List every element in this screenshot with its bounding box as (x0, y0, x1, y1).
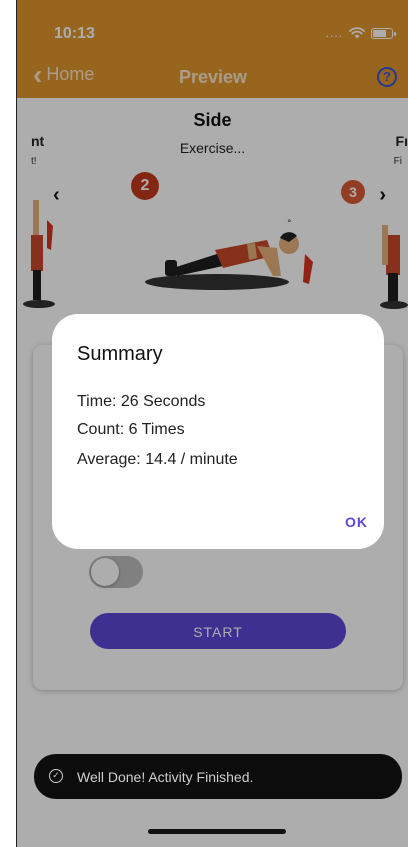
toast-message: Well Done! Activity Finished. (77, 769, 254, 785)
summary-time: Time: 26 Seconds (77, 393, 206, 410)
dialog-title: Summary (77, 343, 163, 365)
check-circle-icon: ✓ (49, 769, 63, 783)
ok-button[interactable]: OK (345, 514, 368, 530)
toast-notification: ✓ Well Done! Activity Finished. (34, 754, 402, 799)
summary-average: Average: 14.4 / minute (77, 451, 238, 468)
summary-count: Count: 6 Times (77, 421, 185, 438)
phone-screen: 10:13 .... ‹ Home Preview ? Side Exercis… (16, 0, 408, 847)
home-indicator[interactable] (148, 829, 286, 834)
summary-dialog: Summary Time: 26 Seconds Count: 6 Times … (52, 314, 384, 549)
